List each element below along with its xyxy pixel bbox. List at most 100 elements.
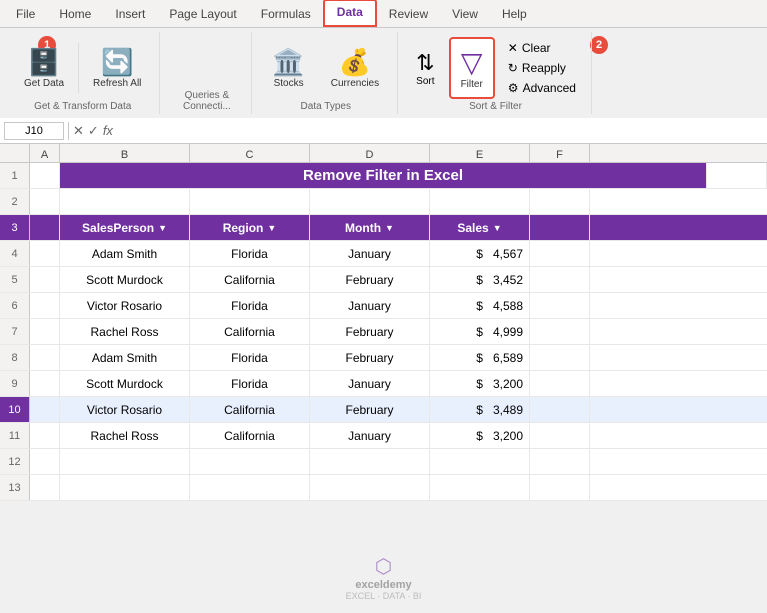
- cell-e12[interactable]: [430, 449, 530, 474]
- cell-salesperson-4[interactable]: Adam Smith: [60, 241, 190, 266]
- cell-salesperson-10[interactable]: Victor Rosario: [60, 397, 190, 422]
- col-header-e[interactable]: E: [430, 144, 530, 162]
- insert-function-icon[interactable]: fx: [103, 123, 113, 139]
- cell-sales-10[interactable]: $ 3,489: [430, 397, 530, 422]
- cell-month-9[interactable]: January: [310, 371, 430, 396]
- cell-b13[interactable]: [60, 475, 190, 500]
- cell-month-8[interactable]: February: [310, 345, 430, 370]
- cell-f10[interactable]: [530, 397, 590, 422]
- cell-region-9[interactable]: Florida: [190, 371, 310, 396]
- cell-month-10[interactable]: February: [310, 397, 430, 422]
- cell-sales-4[interactable]: $ 4,567: [430, 241, 530, 266]
- cell-region-5[interactable]: California: [190, 267, 310, 292]
- cell-a10[interactable]: [30, 397, 60, 422]
- col-header-a[interactable]: A: [30, 144, 60, 162]
- cell-a13[interactable]: [30, 475, 60, 500]
- cell-f1[interactable]: [707, 163, 767, 188]
- salesperson-dropdown-icon[interactable]: ▼: [158, 223, 167, 233]
- tab-home[interactable]: Home: [47, 3, 103, 27]
- tab-view[interactable]: View: [440, 3, 490, 27]
- tab-review[interactable]: Review: [377, 3, 440, 27]
- formula-input[interactable]: [117, 129, 763, 133]
- cell-f4[interactable]: [530, 241, 590, 266]
- filter-button[interactable]: ▽ Filter: [449, 37, 495, 99]
- cell-f5[interactable]: [530, 267, 590, 292]
- header-salesperson[interactable]: SalesPerson ▼: [60, 215, 190, 240]
- get-data-button[interactable]: 🗄️ Get Data: [16, 37, 72, 99]
- cell-e13[interactable]: [430, 475, 530, 500]
- header-sales[interactable]: Sales ▼: [430, 215, 530, 240]
- header-region[interactable]: Region ▼: [190, 215, 310, 240]
- cell-salesperson-8[interactable]: Adam Smith: [60, 345, 190, 370]
- sales-dropdown-icon[interactable]: ▼: [493, 223, 502, 233]
- cell-sales-8[interactable]: $ 6,589: [430, 345, 530, 370]
- cell-d2[interactable]: [310, 189, 430, 214]
- cancel-formula-icon[interactable]: ✕: [73, 123, 84, 139]
- region-dropdown-icon[interactable]: ▼: [267, 223, 276, 233]
- col-header-d[interactable]: D: [310, 144, 430, 162]
- cell-region-4[interactable]: Florida: [190, 241, 310, 266]
- clear-button[interactable]: ✕ Clear: [503, 39, 581, 57]
- header-month[interactable]: Month ▼: [310, 215, 430, 240]
- col-header-b[interactable]: B: [60, 144, 190, 162]
- cell-salesperson-7[interactable]: Rachel Ross: [60, 319, 190, 344]
- refresh-all-button[interactable]: 🔄 Refresh All: [85, 37, 149, 99]
- cell-month-11[interactable]: January: [310, 423, 430, 448]
- cell-month-6[interactable]: January: [310, 293, 430, 318]
- tab-data[interactable]: Data: [323, 0, 377, 27]
- cell-e2[interactable]: [430, 189, 530, 214]
- cell-region-7[interactable]: California: [190, 319, 310, 344]
- cell-f2[interactable]: [530, 189, 590, 214]
- reapply-button[interactable]: ↻ Reapply: [503, 59, 581, 77]
- currencies-button[interactable]: 💰 Currencies: [323, 37, 387, 99]
- cell-f8[interactable]: [530, 345, 590, 370]
- tab-formulas[interactable]: Formulas: [249, 3, 323, 27]
- cell-month-5[interactable]: February: [310, 267, 430, 292]
- cell-region-6[interactable]: Florida: [190, 293, 310, 318]
- advanced-button[interactable]: ⚙ Advanced: [503, 79, 581, 97]
- tab-file[interactable]: File: [4, 3, 47, 27]
- cell-a12[interactable]: [30, 449, 60, 474]
- cell-salesperson-6[interactable]: Victor Rosario: [60, 293, 190, 318]
- cell-b12[interactable]: [60, 449, 190, 474]
- cell-a3[interactable]: [30, 215, 60, 240]
- tab-page-layout[interactable]: Page Layout: [157, 3, 248, 27]
- cell-month-4[interactable]: January: [310, 241, 430, 266]
- sort-button[interactable]: ⇅ Sort: [410, 37, 440, 99]
- cell-salesperson-11[interactable]: Rachel Ross: [60, 423, 190, 448]
- month-dropdown-icon[interactable]: ▼: [385, 223, 394, 233]
- cell-c13[interactable]: [190, 475, 310, 500]
- cell-a8[interactable]: [30, 345, 60, 370]
- cell-d13[interactable]: [310, 475, 430, 500]
- cell-f6[interactable]: [530, 293, 590, 318]
- tab-help[interactable]: Help: [490, 3, 539, 27]
- confirm-formula-icon[interactable]: ✓: [88, 123, 99, 139]
- cell-a9[interactable]: [30, 371, 60, 396]
- cell-f12[interactable]: [530, 449, 590, 474]
- cell-a2[interactable]: [30, 189, 60, 214]
- cell-a7[interactable]: [30, 319, 60, 344]
- col-header-c[interactable]: C: [190, 144, 310, 162]
- stocks-button[interactable]: 🏛️ Stocks: [264, 37, 312, 99]
- tab-insert[interactable]: Insert: [103, 3, 157, 27]
- cell-sales-5[interactable]: $ 3,452: [430, 267, 530, 292]
- cell-f11[interactable]: [530, 423, 590, 448]
- cell-salesperson-9[interactable]: Scott Murdock: [60, 371, 190, 396]
- cell-a5[interactable]: [30, 267, 60, 292]
- cell-a1[interactable]: [30, 163, 60, 188]
- cell-region-11[interactable]: California: [190, 423, 310, 448]
- cell-c12[interactable]: [190, 449, 310, 474]
- cell-region-10[interactable]: California: [190, 397, 310, 422]
- cell-month-7[interactable]: February: [310, 319, 430, 344]
- cell-f13[interactable]: [530, 475, 590, 500]
- col-header-f[interactable]: F: [530, 144, 590, 162]
- cell-f3[interactable]: [530, 215, 590, 240]
- cell-sales-6[interactable]: $ 4,588: [430, 293, 530, 318]
- cell-d12[interactable]: [310, 449, 430, 474]
- cell-a6[interactable]: [30, 293, 60, 318]
- cell-sales-7[interactable]: $ 4,999: [430, 319, 530, 344]
- cell-region-8[interactable]: Florida: [190, 345, 310, 370]
- cell-a11[interactable]: [30, 423, 60, 448]
- cell-c2[interactable]: [190, 189, 310, 214]
- cell-sales-11[interactable]: $ 3,200: [430, 423, 530, 448]
